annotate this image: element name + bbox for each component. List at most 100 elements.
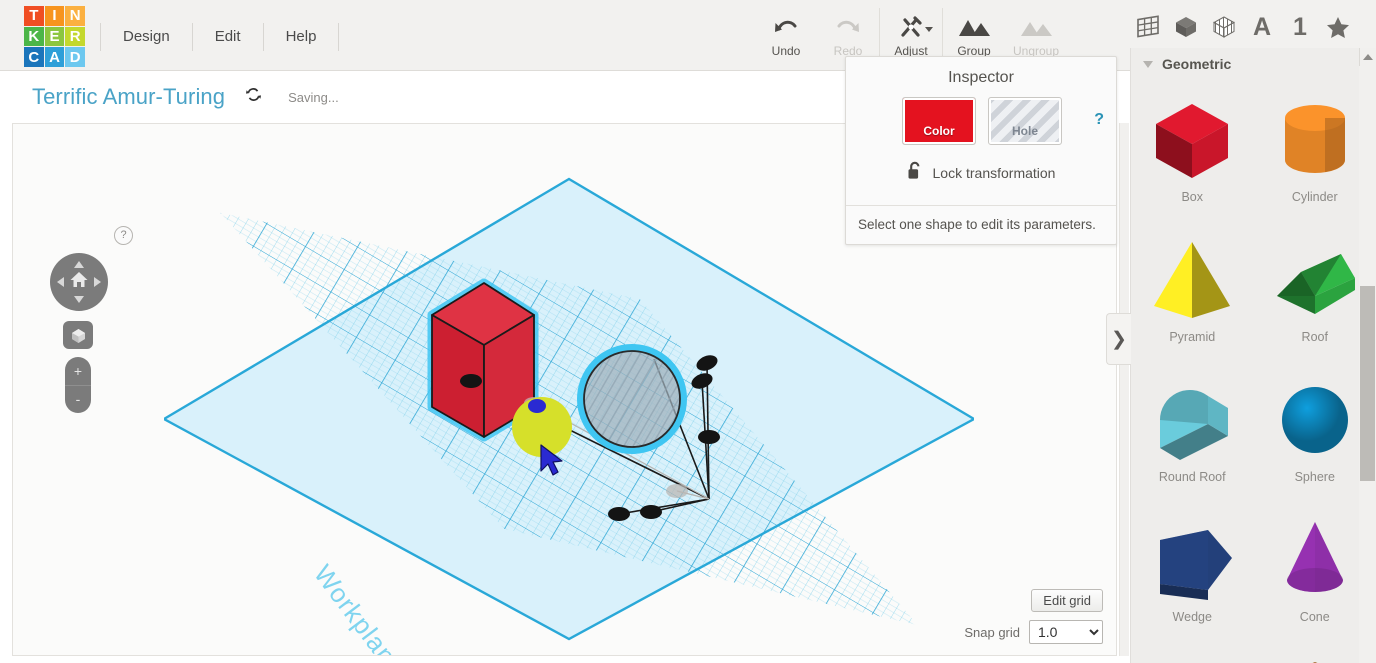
redo-arrow-icon bbox=[817, 12, 879, 42]
sphere-icon bbox=[1269, 372, 1361, 468]
number-icon[interactable]: 1 bbox=[1285, 10, 1315, 44]
shape-item-cone[interactable]: Cone bbox=[1254, 498, 1376, 638]
color-swatch-button[interactable]: Color bbox=[902, 97, 976, 145]
fit-to-view-button[interactable] bbox=[63, 321, 93, 349]
favorites-star-icon[interactable] bbox=[1323, 10, 1353, 44]
triangle-up-icon bbox=[1363, 54, 1373, 60]
canvas-scrollbar[interactable] bbox=[1119, 123, 1129, 656]
cube-striped-icon[interactable] bbox=[1209, 10, 1239, 44]
tool-undo-button[interactable]: Undo bbox=[755, 8, 817, 58]
view-up-arrow-icon[interactable] bbox=[74, 261, 84, 268]
pyramid-icon bbox=[1146, 232, 1238, 328]
shape-item-sphere[interactable]: Sphere bbox=[1254, 358, 1376, 498]
lock-transformation-row[interactable]: Lock transformation bbox=[862, 161, 1100, 197]
shape-panel-scroll-up-button[interactable] bbox=[1359, 48, 1376, 66]
hole-swatch-button[interactable]: Hole bbox=[988, 97, 1062, 145]
shape-item-label: Cylinder bbox=[1291, 190, 1338, 204]
tinkercad-logo[interactable]: TIN KER CAD bbox=[24, 6, 85, 67]
menu-item-help[interactable]: Help bbox=[264, 23, 340, 51]
collapse-panel-button[interactable]: ❯ bbox=[1106, 313, 1131, 365]
inspector-panel: Inspector ? Color Hole Lock transformati… bbox=[845, 56, 1117, 245]
shape-item-roof[interactable]: Roof bbox=[1254, 218, 1376, 358]
view-navigation: ? + - bbox=[50, 226, 133, 413]
snap-grid-row: Snap grid 0.10.250.51.02.05.0 bbox=[964, 620, 1103, 644]
cone-icon bbox=[1269, 512, 1361, 608]
tinkercad-app: TINKERCAD Design Edit Help Undo Redo Adjust G… bbox=[0, 0, 1376, 663]
inspector-body: ? Color Hole Lock transformation bbox=[846, 97, 1116, 205]
view-left-arrow-icon[interactable] bbox=[57, 277, 64, 287]
scene-sphere-hole bbox=[577, 344, 687, 454]
shape-panel-scrollbar[interactable] bbox=[1359, 66, 1376, 663]
tool-label: Undo bbox=[771, 44, 801, 58]
box-icon bbox=[1146, 92, 1238, 188]
edit-grid-button[interactable]: Edit grid bbox=[1031, 589, 1103, 612]
undo-arrow-icon bbox=[755, 12, 817, 42]
menu-item-design[interactable]: Design bbox=[100, 23, 193, 51]
logo-tile-n: N bbox=[65, 6, 85, 26]
grid-controls: Edit grid Snap grid 0.10.250.51.02.05.0 bbox=[964, 589, 1103, 644]
view-down-arrow-icon[interactable] bbox=[74, 296, 84, 303]
roundroof-icon bbox=[1146, 372, 1238, 468]
shape-library-panel: Geometric Box Cylinder Pyramid Roof Round Ro… bbox=[1130, 48, 1376, 663]
shape-item-label: Round Roof bbox=[1158, 470, 1226, 484]
align-hover-highlight bbox=[512, 397, 572, 476]
logo-tile-e: E bbox=[44, 26, 65, 47]
page-title[interactable]: Terrific Amur-Turing bbox=[32, 84, 225, 110]
halfsphere-icon bbox=[1146, 652, 1238, 663]
cylinder-icon bbox=[1269, 92, 1361, 188]
tool-redo-button: Redo bbox=[817, 8, 879, 58]
group-mountains-icon bbox=[943, 12, 1005, 42]
chevron-down-icon[interactable] bbox=[1143, 60, 1153, 68]
shape-item-label: Box bbox=[1181, 190, 1204, 204]
home-icon[interactable] bbox=[70, 271, 89, 293]
tool-ungroup-button: Ungroup bbox=[1005, 8, 1067, 58]
inspector-title: Inspector bbox=[948, 69, 1014, 86]
zoom-controls: + - bbox=[65, 357, 91, 413]
save-status: Saving... bbox=[288, 89, 339, 105]
inspector-help-icon[interactable]: ? bbox=[1094, 111, 1104, 129]
sync-icon[interactable] bbox=[245, 86, 262, 108]
hexprism-icon bbox=[1269, 652, 1361, 663]
logo-tile-a: A bbox=[44, 47, 65, 67]
roof-icon bbox=[1269, 232, 1361, 328]
zoom-in-button[interactable]: + bbox=[65, 357, 91, 386]
logo-tile-t: T bbox=[24, 6, 44, 26]
hole-swatch-label: Hole bbox=[1011, 124, 1038, 138]
snap-grid-select[interactable]: 0.10.250.51.02.05.0 bbox=[1029, 620, 1103, 644]
shape-item-label: Roof bbox=[1301, 330, 1328, 344]
canvas-help-button[interactable]: ? bbox=[114, 226, 133, 245]
logo-tile-i: I bbox=[44, 6, 65, 26]
logo-tile-d: D bbox=[65, 47, 85, 67]
shape-category-header[interactable]: Geometric bbox=[1131, 48, 1376, 78]
shape-item-label: Sphere bbox=[1294, 470, 1335, 484]
shape-item-pyramid[interactable]: Pyramid bbox=[1131, 218, 1254, 358]
logo-tile-c: C bbox=[24, 47, 44, 67]
shape-item-wedge[interactable]: Wedge bbox=[1131, 498, 1254, 638]
shape-category-label: Geometric bbox=[1162, 56, 1232, 72]
lock-transformation-label: Lock transformation bbox=[932, 165, 1056, 181]
shape-item-box[interactable]: Box bbox=[1131, 78, 1254, 218]
chevron-down-icon[interactable] bbox=[925, 27, 933, 32]
cube-solid-icon[interactable] bbox=[1171, 10, 1201, 44]
main-menu: Design Edit Help bbox=[100, 22, 340, 52]
text-letter-icon[interactable]: A bbox=[1247, 10, 1277, 44]
view-right-arrow-icon[interactable] bbox=[94, 277, 101, 287]
menu-item-edit[interactable]: Edit bbox=[193, 23, 264, 51]
shape-item-hexagonal-prism[interactable]: Hexagonal Prism bbox=[1254, 638, 1376, 663]
shape-item-round-roof[interactable]: Round Roof bbox=[1131, 358, 1254, 498]
grid-view-icon[interactable] bbox=[1133, 10, 1163, 44]
logo-tile-k: K bbox=[24, 26, 44, 47]
ungroup-mountains-icon bbox=[1005, 12, 1067, 42]
scrollbar-thumb[interactable] bbox=[1360, 286, 1375, 481]
tool-adjust-button[interactable]: Adjust bbox=[879, 8, 942, 58]
shape-item-half-sphere[interactable]: Half Sphere bbox=[1131, 638, 1254, 663]
tool-group-button[interactable]: Group bbox=[942, 8, 1005, 58]
view-home-control[interactable] bbox=[50, 253, 108, 311]
wedge-icon bbox=[1146, 512, 1238, 608]
zoom-out-button[interactable]: - bbox=[65, 386, 91, 414]
logo-tile-r: R bbox=[65, 26, 85, 47]
shape-library-toolbar: A1 bbox=[1133, 10, 1353, 44]
shape-item-cylinder[interactable]: Cylinder bbox=[1254, 78, 1376, 218]
unlock-icon bbox=[907, 161, 923, 185]
snap-grid-label: Snap grid bbox=[964, 624, 1020, 640]
